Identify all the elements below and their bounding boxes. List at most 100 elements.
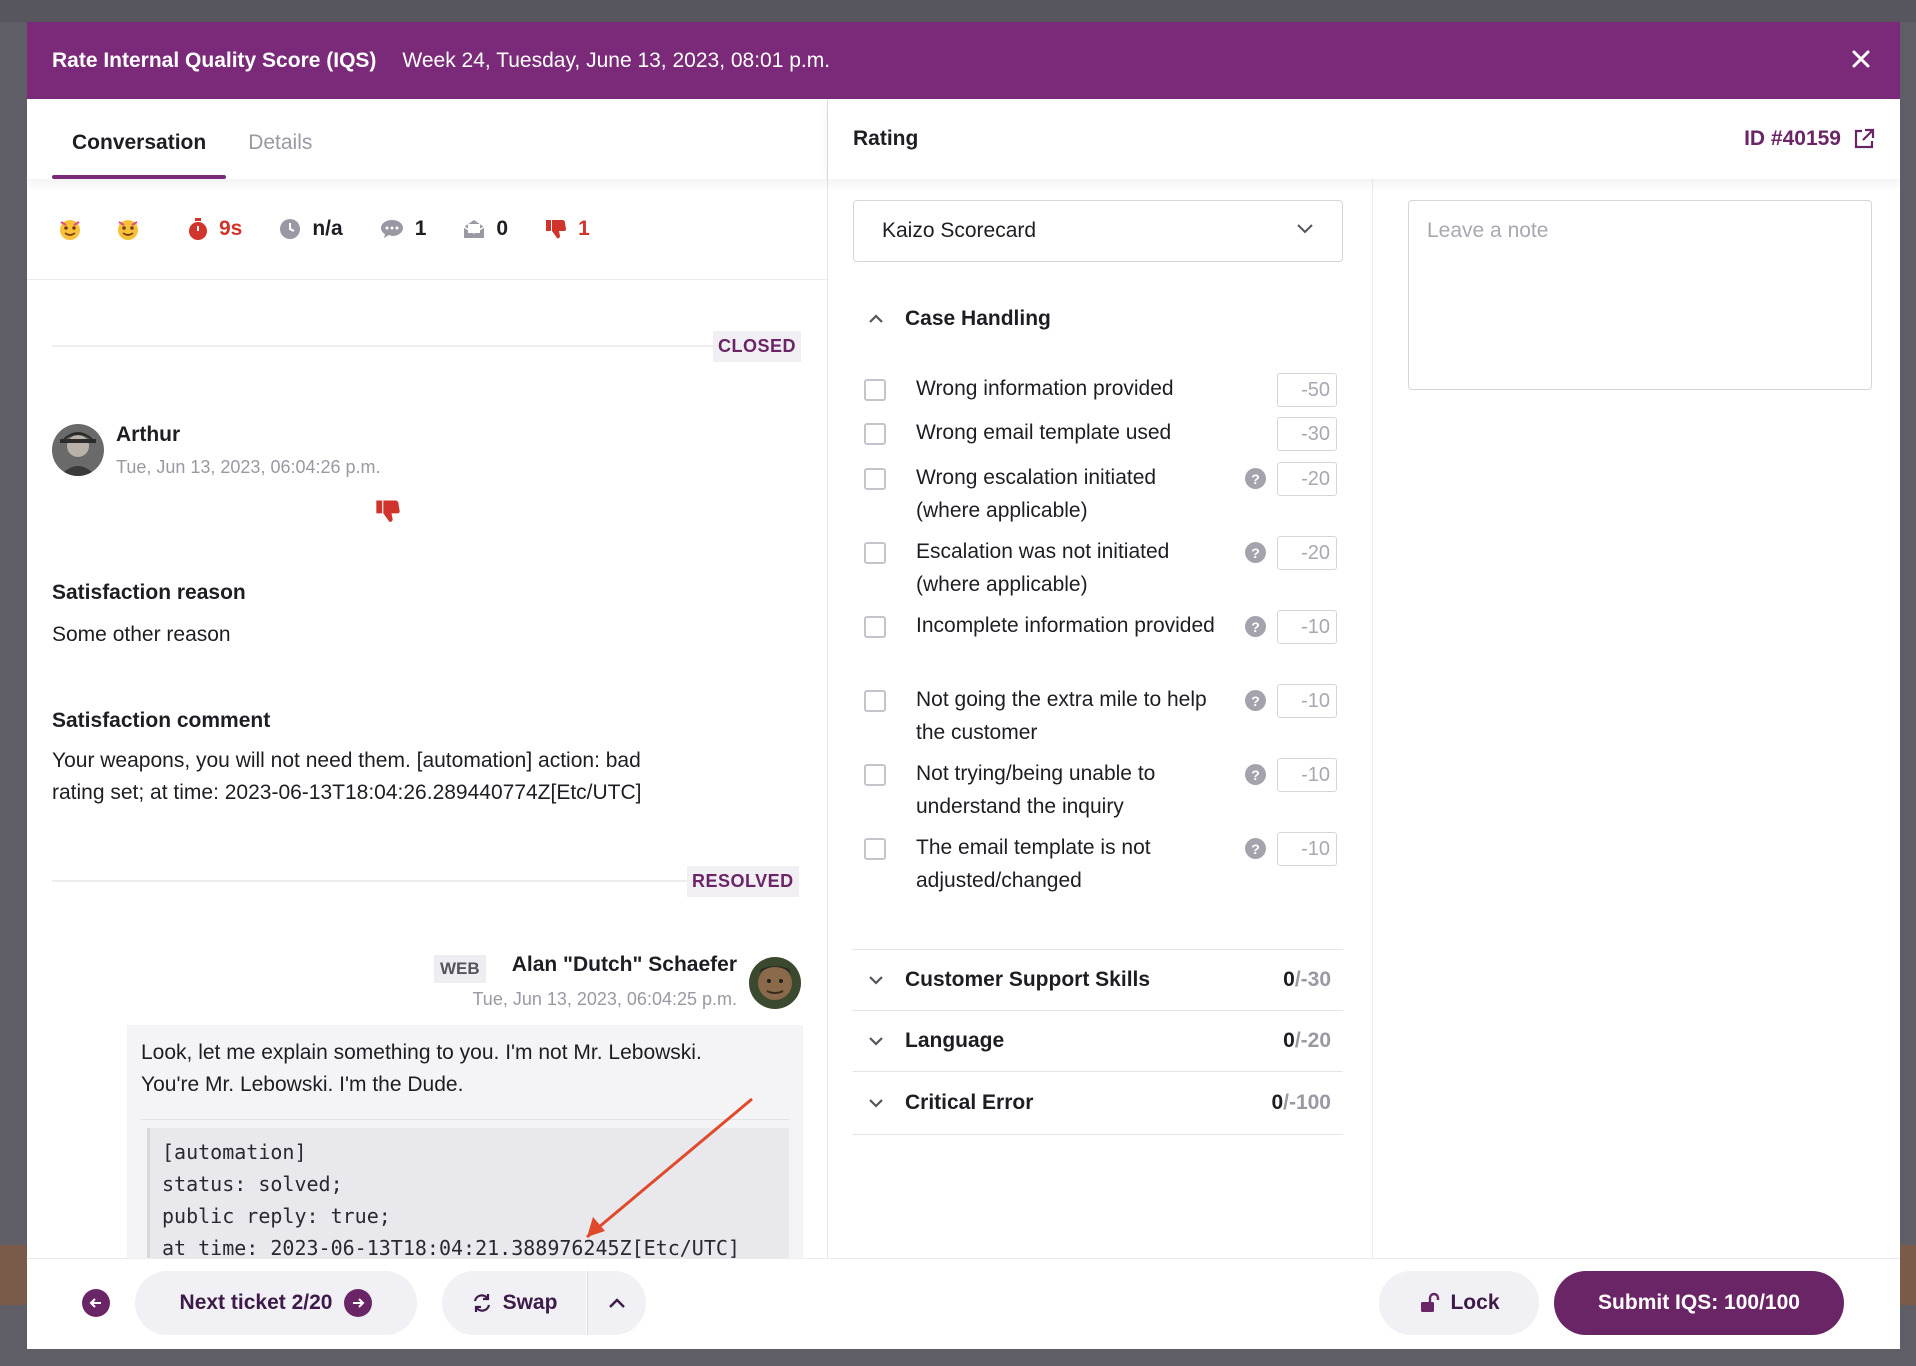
reply-time-value: 9s — [219, 217, 243, 240]
ticket-stats: 9s n/a 1 0 1 — [27, 179, 827, 280]
criterion-points: -10 — [1277, 832, 1337, 866]
note-textarea[interactable]: Leave a note — [1408, 200, 1872, 390]
help-icon[interactable]: ? — [1245, 838, 1266, 859]
criterion-label: Wrong email template used — [916, 421, 1172, 444]
criterion-checkbox[interactable] — [864, 468, 886, 490]
score-value: 0 — [1283, 968, 1295, 991]
help-icon[interactable]: ? — [1245, 468, 1266, 489]
criterion-points: -30 — [1277, 417, 1337, 451]
chat-bubble-icon — [380, 220, 403, 238]
modal-header: Rate Internal Quality Score (IQS) Week 2… — [27, 22, 1900, 99]
tab-conversation[interactable]: Conversation — [52, 131, 227, 179]
message-line: Look, let me explain something to you. I… — [141, 1041, 702, 1064]
help-icon[interactable]: ? — [1245, 690, 1266, 711]
satisfaction-comment-heading: Satisfaction comment — [52, 709, 271, 732]
criterion-checkbox[interactable] — [864, 423, 886, 445]
rating-heading: Rating — [853, 127, 919, 150]
emails-stat: 0 — [462, 217, 508, 241]
criterion-label: Wrong information provided — [916, 377, 1174, 400]
chevron-down-icon — [853, 1036, 905, 1046]
chevron-down-icon — [853, 1098, 905, 1108]
conversation-panel: Conversation Details 9s n/a 1 0 1 CLOSED… — [27, 99, 828, 1349]
category-case-handling[interactable]: Case Handling — [853, 299, 1343, 339]
category-language[interactable]: Language 0/-20 — [853, 1011, 1343, 1071]
reply-time-stat: 9s — [187, 217, 242, 241]
category-title: Customer Support Skills — [905, 968, 1151, 991]
refresh-icon — [473, 1294, 490, 1312]
external-link-icon — [1854, 128, 1875, 149]
criterion-label: Not going the extra mile to help the cus… — [916, 688, 1207, 744]
tab-details[interactable]: Details — [228, 131, 332, 179]
criterion-points: -50 — [1277, 373, 1337, 407]
status-badge: RESOLVED — [687, 866, 799, 897]
score-max: /-20 — [1294, 1029, 1331, 1052]
comments-value: 1 — [414, 217, 427, 240]
category-score: 0/-30 — [1283, 968, 1331, 992]
ticket-id-link[interactable]: ID #40159 — [1744, 127, 1875, 151]
category-title: Language — [905, 1029, 1005, 1052]
satisfaction-reason-heading: Satisfaction reason — [52, 581, 246, 604]
score-max: /-30 — [1294, 968, 1331, 991]
criterion-points: -10 — [1277, 758, 1337, 792]
divider — [1372, 179, 1373, 1259]
channel-badge: WEB — [434, 955, 486, 983]
score-max: /-100 — [1283, 1091, 1331, 1114]
handle-time-stat: n/a — [278, 217, 343, 241]
negative-rating-value: 1 — [578, 217, 590, 240]
chevron-up-icon — [609, 1298, 625, 1308]
submit-iqs-button[interactable]: Submit IQS: 100/100 — [1554, 1271, 1844, 1335]
next-ticket-label: Next ticket 2/20 — [179, 1291, 333, 1314]
rating-header: Rating ID #40159 — [828, 99, 1900, 179]
modal-subtitle: Week 24, Tuesday, June 13, 2023, 08:01 p… — [402, 48, 831, 72]
criterion-checkbox[interactable] — [864, 764, 886, 786]
thumbs-down-icon — [546, 220, 567, 239]
score-value: 0 — [1271, 1091, 1284, 1114]
criterion-checkbox[interactable] — [864, 838, 886, 860]
negative-rating-stat: 1 — [544, 217, 590, 241]
criterion-points: -10 — [1277, 610, 1337, 644]
envelope-open-icon — [464, 220, 485, 238]
rating-panel: Rating ID #40159 Kaizo Scorecard Leave a… — [828, 99, 1900, 1349]
criterion-points: -20 — [1277, 536, 1337, 570]
avatar — [52, 424, 104, 476]
agent-timestamp: Tue, Jun 13, 2023, 06:04:25 p.m. — [472, 989, 737, 1009]
criterion-checkbox[interactable] — [864, 379, 886, 401]
stopwatch-icon — [189, 218, 207, 240]
emails-value: 0 — [496, 217, 509, 240]
score-value: 0 — [1283, 1029, 1295, 1052]
criterion-points: -10 — [1277, 684, 1337, 718]
clock-icon — [280, 219, 301, 239]
category-critical-error[interactable]: Critical Error 0/-100 — [853, 1072, 1343, 1134]
scorecard-select[interactable]: Kaizo Scorecard — [853, 200, 1343, 262]
criterion-checkbox[interactable] — [864, 690, 886, 712]
unlock-icon — [1421, 1292, 1440, 1312]
help-icon[interactable]: ? — [1245, 764, 1266, 785]
lock-button[interactable]: Lock — [1379, 1271, 1539, 1335]
close-icon[interactable] — [1846, 44, 1876, 74]
left-tabs: Conversation Details — [27, 99, 827, 179]
satisfaction-reason: Some other reason — [52, 623, 231, 646]
backdrop-top — [0, 0, 1916, 22]
previous-ticket-button[interactable] — [82, 1289, 110, 1317]
next-ticket-button[interactable]: Next ticket 2/20 — [135, 1271, 417, 1335]
swap-options-button[interactable] — [588, 1271, 646, 1335]
criterion-checkbox[interactable] — [864, 542, 886, 564]
modal-title: Rate Internal Quality Score (IQS) — [52, 48, 377, 72]
criterion-points: -20 — [1277, 462, 1337, 496]
category-score: 0/-100 — [1271, 1091, 1331, 1115]
conversation-feed: CLOSED Arthur Tue, Jun 13, 2023, 06:04:2… — [27, 299, 827, 1259]
swap-button[interactable]: Swap — [442, 1271, 586, 1335]
chevron-down-icon — [1297, 224, 1313, 234]
scorecard-value: Kaizo Scorecard — [882, 219, 1037, 242]
iqs-modal: Rate Internal Quality Score (IQS) Week 2… — [27, 22, 1900, 1349]
satisfaction-comment-line: Your weapons, you will not need them. [a… — [52, 749, 641, 772]
divider — [52, 880, 697, 882]
category-customer-support-skills[interactable]: Customer Support Skills 0/-30 — [853, 950, 1343, 1010]
comments-stat: 1 — [379, 217, 427, 241]
help-icon[interactable]: ? — [1245, 542, 1266, 563]
customer-timestamp: Tue, Jun 13, 2023, 06:04:26 p.m. — [116, 457, 381, 477]
agent-name: Alan "Dutch" Schaefer — [511, 953, 737, 976]
criterion-checkbox[interactable] — [864, 616, 886, 638]
help-icon[interactable]: ? — [1245, 616, 1266, 637]
customer-name: Arthur — [116, 423, 181, 446]
